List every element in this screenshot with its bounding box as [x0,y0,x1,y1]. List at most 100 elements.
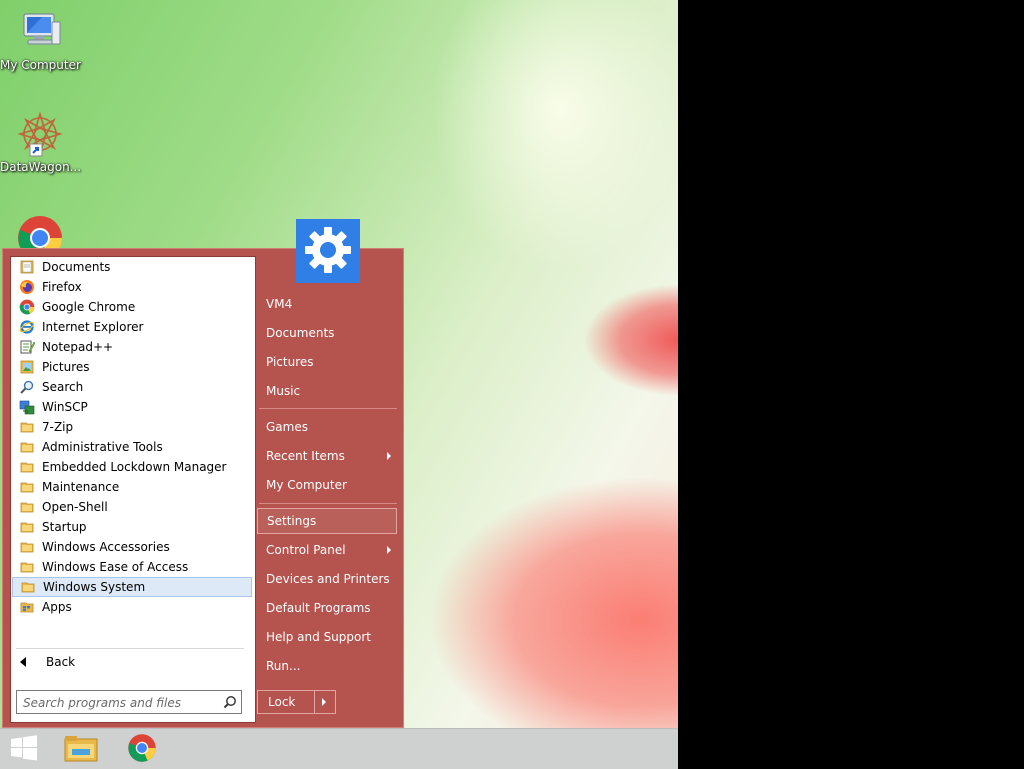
folder-icon [20,579,36,595]
program-item[interactable]: WinSCP [12,397,252,417]
start-menu-item-label: Help and Support [266,630,371,644]
program-label: Apps [42,600,72,614]
back-arrow-icon [20,657,26,667]
program-item[interactable]: Windows System [12,577,252,597]
folder-icon [19,479,35,495]
program-item[interactable]: Administrative Tools [12,437,252,457]
program-label: Google Chrome [42,300,136,314]
notepad-plus-plus-icon [19,339,36,355]
start-menu-item-label: Settings [267,514,317,528]
separator [259,503,397,504]
program-label: Pictures [42,360,90,374]
program-label: Firefox [42,280,82,294]
start-menu-item-label: VM4 [266,297,293,311]
search-icon[interactable] [223,695,237,712]
program-label: Search [42,380,84,394]
start-menu-item[interactable]: Run... [257,653,397,679]
computer-icon [16,8,64,56]
program-item[interactable]: Pictures [12,357,252,377]
start-button[interactable] [0,729,48,769]
program-label: Startup [42,520,87,534]
search-input[interactable] [21,693,221,713]
start-menu-item[interactable]: Pictures [257,349,397,375]
program-item[interactable]: Maintenance [12,477,252,497]
start-menu-item-label: Devices and Printers [266,572,390,586]
program-label: WinSCP [42,400,88,414]
start-menu-item-label: Documents [266,326,335,340]
internet-explorer-icon [19,319,35,335]
folder-icon [19,419,35,435]
firefox-icon [19,279,35,295]
start-menu-item-label: Games [266,420,308,434]
start-menu-item[interactable]: My Computer [257,472,397,498]
program-item[interactable]: Google Chrome [12,297,252,317]
start-menu-item[interactable]: Documents [257,320,397,346]
back-label: Back [46,655,76,669]
program-item[interactable]: Documents [12,257,252,277]
desktop-icon-my-computer[interactable]: My Computer [0,8,81,72]
program-item[interactable]: Search [12,377,252,397]
start-menu-item[interactable]: Default Programs [257,595,397,621]
program-item[interactable]: Startup [12,517,252,537]
folder-icon [19,499,35,515]
start-menu-item[interactable]: Help and Support [257,624,397,650]
folder-icon [19,459,35,475]
program-label: Windows Ease of Access [42,560,189,574]
start-menu-item[interactable]: Settings [257,508,397,534]
program-list: Documents Firefox Google Chrome Internet Ex… [10,257,254,617]
lock-label: Lock [268,695,296,709]
chrome-icon [19,299,35,315]
start-menu-item-label: Control Panel [266,543,346,557]
program-item[interactable]: 7-Zip [12,417,252,437]
start-menu-item[interactable]: Games [257,414,397,440]
start-menu-item-label: Run... [266,659,301,673]
program-label: Windows System [43,580,146,594]
documents-folder-icon [19,259,35,275]
separator [259,408,397,409]
search-box[interactable] [16,690,242,714]
chrome-icon [127,733,157,766]
desktop-icon-label: My Computer [0,58,81,72]
folder-icon [19,439,35,455]
offscreen-area [678,0,1024,768]
program-item[interactable]: Apps [12,597,252,617]
user-picture[interactable] [296,219,360,283]
lock-options-arrow-icon[interactable] [322,698,326,706]
start-menu-item[interactable]: Music [257,378,397,404]
program-item[interactable]: Windows Ease of Access [12,557,252,577]
folder-icon [19,539,35,555]
taskbar [0,728,678,769]
program-label: Windows Accessories [42,540,170,554]
program-label: Notepad++ [42,340,114,354]
back-button[interactable]: Back [12,652,252,672]
start-menu-item[interactable]: Control Panel [257,537,397,563]
program-item[interactable]: Internet Explorer [12,317,252,337]
start-menu-item[interactable]: VM4 [257,291,397,317]
desktop-icon-datawagon[interactable]: DataWagon... [0,110,81,174]
start-menu-item-label: Default Programs [266,601,371,615]
start-menu-item-label: Music [266,384,301,398]
lock-button[interactable]: Lock [257,690,336,714]
folder-icon [19,519,35,535]
program-item[interactable]: Open-Shell [12,497,252,517]
separator [16,648,244,649]
program-label: Open-Shell [42,500,108,514]
program-item[interactable]: Notepad++ [12,337,252,357]
program-item[interactable]: Windows Accessories [12,537,252,557]
program-item[interactable]: Firefox [12,277,252,297]
search-icon [19,379,35,395]
program-item[interactable]: Embedded Lockdown Manager [12,457,252,477]
chrome-taskbar-button[interactable] [118,729,166,769]
start-menu-item[interactable]: Recent Items [257,443,397,469]
program-label: 7-Zip [42,420,74,434]
submenu-arrow-icon [387,546,391,554]
program-label: Internet Explorer [42,320,144,334]
pictures-folder-icon [19,359,35,375]
start-menu-item[interactable]: Devices and Printers [257,566,397,592]
program-label: Administrative Tools [42,440,163,454]
start-menu-item-label: Pictures [266,355,314,369]
datawagon-icon [16,110,64,158]
gear-icon [302,224,354,279]
windows-logo-icon [10,734,38,765]
file-explorer-button[interactable] [57,729,105,769]
